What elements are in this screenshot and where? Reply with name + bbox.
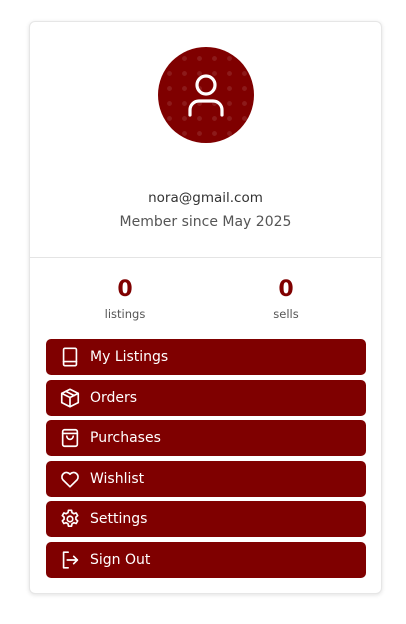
- heart-icon: [58, 467, 82, 491]
- purchases-button[interactable]: Purchases: [46, 420, 366, 456]
- sign-out-button[interactable]: Sign Out: [46, 541, 366, 578]
- settings-button[interactable]: Settings: [46, 501, 366, 537]
- stat-sells: 0 sells: [226, 277, 346, 321]
- wishlist-label: Wishlist: [90, 470, 145, 487]
- profile-card: nora@gmail.com Member since May 2025 0 l…: [29, 21, 382, 594]
- gear-icon: [58, 507, 82, 531]
- stat-listings: 0 listings: [65, 277, 185, 321]
- sign-out-icon: [58, 548, 82, 572]
- sells-label: sells: [273, 307, 299, 321]
- sells-count: 0: [278, 277, 294, 302]
- settings-label: Settings: [90, 511, 148, 527]
- purchases-label: Purchases: [90, 430, 161, 446]
- profile-menu: My Listings Orders Purchases Wishlist Se…: [46, 339, 366, 582]
- orders-button[interactable]: Orders: [46, 379, 366, 416]
- listings-count: 0: [117, 277, 133, 302]
- avatar: [158, 47, 254, 143]
- book-icon: [58, 345, 82, 369]
- user-icon: [186, 72, 226, 118]
- listings-label: listings: [104, 307, 146, 321]
- divider: [30, 257, 381, 258]
- box-icon: [58, 386, 82, 410]
- sign-out-label: Sign Out: [90, 551, 151, 568]
- wishlist-button[interactable]: Wishlist: [46, 460, 366, 497]
- member-since: Member since May 2025: [119, 214, 292, 230]
- orders-label: Orders: [90, 389, 138, 406]
- my-listings-button[interactable]: My Listings: [46, 339, 366, 375]
- user-email: nora@gmail.com: [148, 190, 263, 206]
- shopping-bag-icon: [58, 426, 82, 450]
- my-listings-label: My Listings: [90, 349, 169, 365]
